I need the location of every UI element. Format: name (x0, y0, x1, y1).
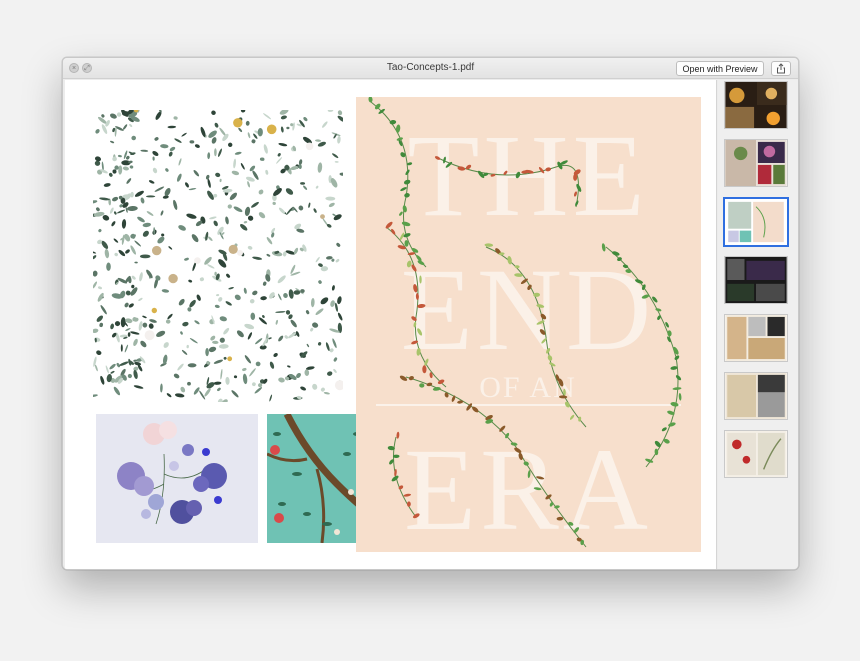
thumbnail-page-3[interactable] (723, 197, 789, 247)
poster-line-2: END (401, 244, 656, 375)
poster-svg: THE END OF AN ERA (368, 97, 682, 552)
share-icon (777, 63, 785, 74)
thumbnail-page-2[interactable] (724, 139, 788, 187)
share-button[interactable] (771, 61, 791, 76)
end-of-an-era-poster: THE END OF AN ERA (356, 97, 701, 552)
botanical-pattern-image (93, 110, 343, 402)
poster-line-1: THE (407, 110, 648, 241)
pdf-page[interactable]: THE END OF AN ERA (65, 80, 717, 569)
thumbnail-page-7[interactable] (724, 430, 788, 478)
thumbnail-page-1[interactable] (724, 81, 788, 129)
leaf-pattern-svg (93, 110, 343, 402)
open-with-preview-button[interactable]: Open with Preview (676, 61, 764, 76)
thumbnail-page-4[interactable] (724, 256, 788, 304)
page-thumbnail-sidebar[interactable] (718, 80, 798, 569)
flowers-svg (117, 421, 227, 525)
title-bar[interactable]: × ⤢ Tao-Concepts-1.pdf Open with Preview (63, 58, 798, 79)
thumbnail-page-5[interactable] (724, 314, 788, 362)
thumbnail-page-6[interactable] (724, 372, 788, 420)
pressed-flowers-image (96, 414, 258, 543)
poster-line-4: ERA (404, 424, 652, 552)
poster-line-3: OF AN (479, 371, 577, 404)
quicklook-window: × ⤢ Tao-Concepts-1.pdf Open with Preview (62, 57, 799, 570)
